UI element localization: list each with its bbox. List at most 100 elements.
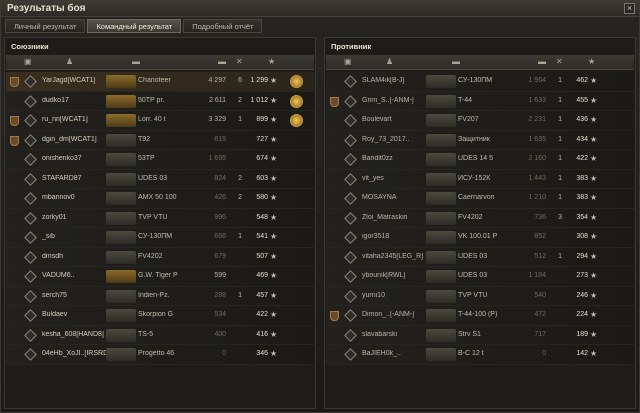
kills-value: 2 (238, 174, 242, 182)
table-row[interactable]: Zloi_Matraskin FV4202 736 3 354 ★ (326, 208, 634, 228)
kills-value: 1 (558, 174, 562, 182)
star-icon: ★ (270, 173, 278, 183)
table-row[interactable]: serch75 Indien-Pz. 288 1 457 ★ (6, 286, 314, 306)
xp-value: 346 (256, 350, 268, 357)
rank-icon (344, 328, 357, 342)
table-row[interactable]: yurni10 TVP VTU 540 246 ★ (326, 286, 634, 306)
rank-icon (24, 192, 37, 205)
tank-icon (106, 133, 136, 147)
xp-value: 142 (576, 350, 588, 357)
tank-name: TS-5 (138, 330, 154, 338)
star-icon: ★ (270, 95, 278, 105)
tank-name: UDES 03 (458, 272, 488, 279)
rank-icon (24, 348, 37, 361)
star-icon: ★ (270, 329, 278, 339)
table-row[interactable]: vit_yes ИСУ-152К 1 443 1 383 ★ (326, 169, 634, 189)
player-sort-icon[interactable]: ♟ (386, 58, 393, 66)
rank-icon (344, 114, 357, 127)
damage-sort-icon[interactable]: ▬ (538, 58, 546, 66)
tank-name: UDES 03 (138, 174, 168, 182)
player-sort-icon[interactable]: ♟ (66, 58, 73, 66)
tab-detailed[interactable]: Подробный отчёт (183, 19, 263, 33)
table-row[interactable]: Boulevart FV207 2 231 1 436 ★ (326, 111, 634, 131)
xp-value: 548 (256, 213, 268, 221)
frag-sort-icon[interactable]: ✕ (556, 58, 563, 66)
tank-name: Strv S1 (458, 330, 481, 338)
tank-icon (426, 250, 456, 264)
table-row[interactable]: Roy_73_2017.. Защитник 1 635 1 434 ★ (326, 130, 634, 150)
table-row[interactable]: 04eHb_XoJI..[IRSRD] Progetto 46 0 346 ★ (6, 345, 314, 365)
star-icon: ★ (270, 232, 278, 241)
table-row[interactable]: zorky01 TVP VTU 996 548 ★ (6, 208, 314, 228)
xp-value: 383 (576, 174, 588, 182)
xp-value: 354 (576, 213, 588, 221)
damage-value: 736 (534, 213, 546, 221)
tank-name: FV4202 (458, 213, 483, 221)
tank-name: СУ-130ПМ (458, 77, 493, 84)
rank-icon (24, 211, 37, 225)
table-row[interactable]: ru_nn[WCAT1] Lorr. 40 t3 329 1 899 ★ (6, 111, 314, 131)
tab-bar: Личный результат Командный результат Под… (5, 19, 264, 33)
table-row[interactable]: igor3518 VK 100.01 P 852 308 ★ (326, 228, 634, 248)
tank-icon (426, 114, 456, 127)
table-row[interactable]: onishenko37 53TP 1 695 674 ★ (6, 150, 314, 170)
table-row[interactable]: _sib СУ-130ПМ 666 1 541 ★ (6, 228, 314, 248)
tank-sort-icon[interactable]: ▬ (452, 58, 460, 66)
tab-personal[interactable]: Личный результат (5, 19, 86, 33)
tank-icon (106, 348, 136, 361)
table-row[interactable]: dmsdh FV4202 679 507 ★ (6, 247, 314, 267)
table-row[interactable]: MOSAYNA Caernarvon 1 210 1 383 ★ (326, 189, 634, 209)
tank-icon (426, 328, 456, 342)
damage-value: 512 (534, 252, 546, 260)
table-row[interactable]: Bandit0zz UDES 14 52 160 1 422 ★ (326, 150, 634, 170)
tank-icon (106, 172, 136, 186)
platoon-sort-icon[interactable]: ▣ (344, 58, 352, 66)
tab-team[interactable]: Командный результат (87, 19, 182, 33)
table-row[interactable]: STAFARD87 UDES 03 824 2 603 ★ (6, 169, 314, 189)
table-row[interactable]: slavabarski Strv S1 717 189 ★ (326, 325, 634, 345)
table-row[interactable]: ybounik[RWL] UDES 03 1 184 273 ★ (326, 267, 634, 287)
xp-sort-icon[interactable]: ★ (268, 58, 275, 66)
table-row[interactable]: YarJagd[WCAT1] Charioteer 4 297 6 1 299 ★ (6, 72, 314, 92)
table-row[interactable]: VADUM6.. G.W. Tiger P 599 469 ★ (6, 267, 314, 287)
star-icon: ★ (270, 290, 278, 300)
table-row[interactable]: Dimon_..[-ANM-] T-44-100 (P) 472 224 ★ (326, 306, 634, 326)
enemies-panel: Противник ▣ ♟ ▬ ▬ ✕ ★ SLAM4ik[B-J] СУ-130… (324, 37, 636, 409)
tank-icon (106, 94, 136, 108)
tank-name: AMX 50 100 (138, 194, 177, 201)
platoon-sort-icon[interactable]: ▣ (24, 58, 32, 66)
allies-panel: Союзники ▣ ♟ ▬ ▬ ✕ ★ YarJagd[WCAT1] Chari… (4, 37, 316, 409)
table-row[interactable]: Grim_S..[-ANM-] T-44 1 633 1 455 ★ (326, 91, 634, 111)
xp-value: 422 (576, 155, 588, 162)
damage-value: 0 (222, 350, 226, 357)
frag-sort-icon[interactable]: ✕ (236, 58, 243, 66)
xp-value: 507 (256, 252, 268, 260)
medal-icon (290, 114, 303, 127)
table-row[interactable]: BaJIEH0k_.. B-C 12 t 0 142 ★ (326, 345, 634, 365)
star-icon: ★ (270, 115, 278, 124)
xp-value: 246 (576, 291, 588, 299)
table-row[interactable]: vitaha2345[LEG_R] UDES 03 512 1 294 ★ (326, 247, 634, 267)
table-row[interactable]: dudko17 50TP pr. 2 611 2 1 012 ★ (6, 91, 314, 111)
rank-icon (344, 231, 357, 244)
battle-results-window: Результаты боя × Личный результат Команд… (0, 0, 640, 413)
tank-icon (106, 309, 136, 322)
table-row[interactable]: SLAM4ik[B-J] СУ-130ПМ 1 964 1 462 ★ (326, 72, 634, 92)
kills-value: 2 (238, 96, 242, 104)
table-row[interactable]: kesha_608[HAND8] TS-5 400 416 ★ (6, 325, 314, 345)
star-icon: ★ (590, 115, 598, 124)
table-row[interactable]: mbarinov0 AMX 50 100 426 2 580 ★ (6, 189, 314, 209)
damage-sort-icon[interactable]: ▬ (218, 58, 226, 66)
table-row[interactable]: dgin_dm[WCAT1] T92 619 727 ★ (6, 130, 314, 150)
tank-name: 50TP pr. (138, 96, 165, 104)
damage-value: 1 184 (528, 272, 546, 279)
damage-value: 1 635 (528, 135, 546, 143)
xp-value: 436 (576, 116, 588, 123)
damage-value: 4 297 (208, 77, 226, 84)
allies-list: YarJagd[WCAT1] Charioteer 4 297 6 1 299 ★ dudk… (6, 72, 314, 365)
damage-value: 1 443 (528, 174, 546, 182)
table-row[interactable]: Buldaev Skorpion G 534 422 ★ (6, 306, 314, 326)
close-icon[interactable]: × (624, 3, 635, 14)
tank-sort-icon[interactable]: ▬ (132, 58, 140, 66)
xp-sort-icon[interactable]: ★ (588, 58, 595, 66)
